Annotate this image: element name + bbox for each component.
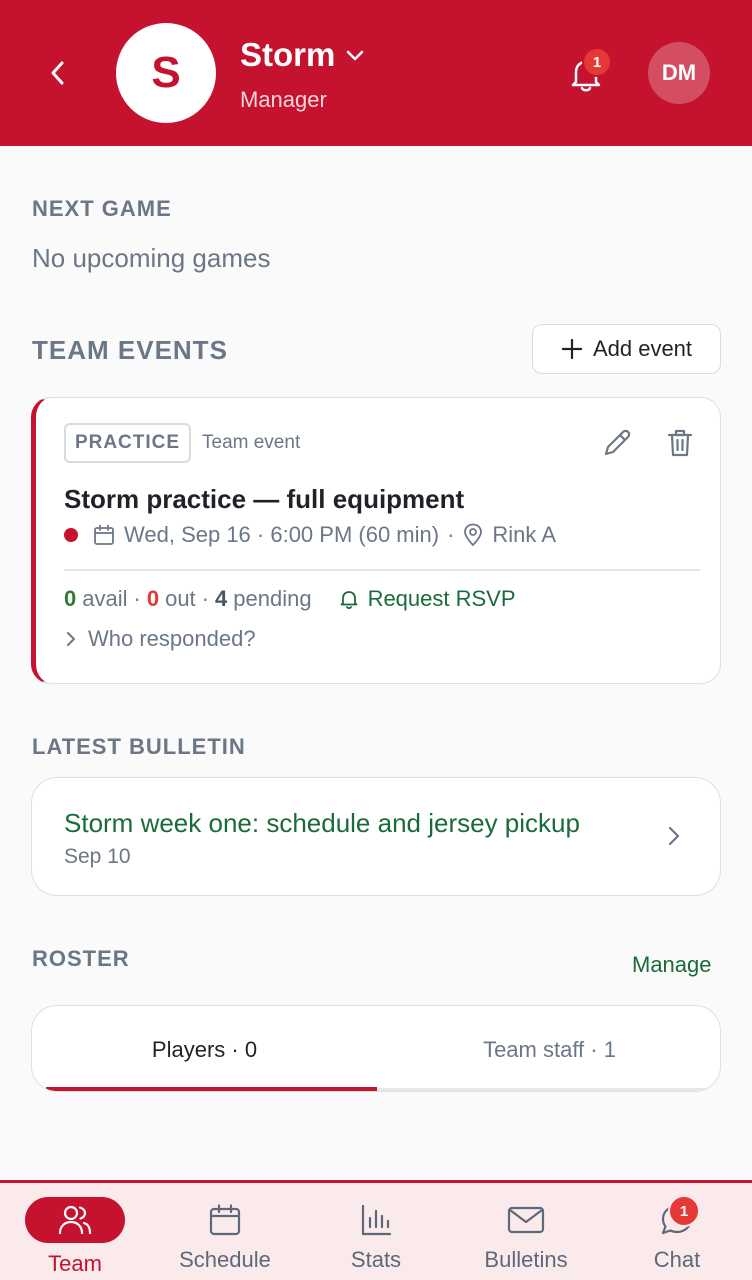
nav-bulletins[interactable]: Bulletins bbox=[466, 1183, 586, 1280]
event-type-tag: PRACTICE bbox=[64, 423, 191, 463]
request-rsvp-label: Request RSVP bbox=[367, 586, 516, 611]
status-dot bbox=[64, 528, 78, 542]
app-header: S Storm Manager 1 DM bbox=[0, 0, 752, 146]
nav-team[interactable]: Team bbox=[25, 1183, 125, 1280]
chat-unread-badge: 1 bbox=[668, 1195, 700, 1227]
request-rsvp-button[interactable]: Request RSVP bbox=[338, 586, 516, 612]
tab-team-staff[interactable]: Team staff · 1 bbox=[377, 1006, 720, 1091]
next-game-empty: No upcoming games bbox=[32, 243, 271, 273]
nav-stats-pill bbox=[326, 1197, 426, 1243]
team-events-heading: TEAM EVENTS bbox=[32, 335, 228, 365]
bulletin-date: Sep 10 bbox=[64, 845, 131, 868]
who-responded-label: Who responded? bbox=[88, 626, 256, 651]
bulletin-title: Storm week one: schedule and jersey pick… bbox=[64, 808, 580, 838]
nav-bulletins-label: Bulletins bbox=[484, 1247, 568, 1272]
notification-badge: 1 bbox=[582, 47, 612, 77]
out-count: 0 bbox=[146, 586, 160, 611]
card-divider bbox=[64, 569, 700, 571]
calendar-icon bbox=[94, 524, 114, 545]
delete-event-button[interactable] bbox=[662, 425, 698, 461]
trash-icon bbox=[667, 429, 693, 457]
team-switcher[interactable]: Storm bbox=[240, 36, 365, 74]
mail-icon bbox=[507, 1206, 545, 1234]
next-game-heading: NEXT GAME bbox=[32, 196, 172, 221]
event-card[interactable]: PRACTICE Team event Storm practice — ful… bbox=[31, 397, 721, 684]
avail-count: 0 bbox=[64, 586, 77, 611]
edit-event-button[interactable] bbox=[599, 425, 635, 461]
location-pin-icon bbox=[464, 523, 483, 547]
active-tab-indicator bbox=[46, 1087, 377, 1091]
user-role: Manager bbox=[240, 87, 327, 112]
avail-label: avail bbox=[82, 586, 128, 611]
nav-team-label: Team bbox=[48, 1251, 102, 1276]
add-event-label: Add event bbox=[592, 336, 693, 361]
tab-track bbox=[377, 1088, 708, 1091]
nav-schedule[interactable]: Schedule bbox=[165, 1183, 285, 1280]
team-icon bbox=[58, 1205, 92, 1235]
rsvp-dot: · bbox=[201, 586, 209, 611]
back-button[interactable] bbox=[38, 53, 78, 93]
nav-chat-label: Chat bbox=[653, 1247, 701, 1272]
bottom-nav: Team Schedule Stats Bulletins Chat bbox=[0, 1180, 752, 1280]
chevron-down-icon bbox=[347, 50, 364, 61]
nav-schedule-label: Schedule bbox=[179, 1247, 271, 1272]
user-avatar[interactable]: DM bbox=[648, 42, 710, 104]
pending-label: pending bbox=[233, 586, 312, 611]
manage-roster-link[interactable]: Manage bbox=[632, 952, 712, 978]
nav-team-pill bbox=[25, 1197, 125, 1243]
event-datetime: Wed, Sep 16 · 6:00 PM (60 min) bbox=[124, 522, 440, 547]
who-responded-toggle[interactable]: Who responded? bbox=[64, 626, 256, 652]
nav-bulletins-pill bbox=[476, 1197, 576, 1243]
team-logo: S bbox=[116, 23, 216, 123]
nav-stats[interactable]: Stats bbox=[326, 1183, 426, 1280]
event-subtype: Team event bbox=[202, 432, 301, 453]
roster-tabs: Players · 0 Team staff · 1 bbox=[31, 1005, 721, 1092]
event-location: Rink A bbox=[492, 522, 556, 547]
stats-icon bbox=[361, 1204, 392, 1236]
chevron-right-icon bbox=[67, 632, 75, 646]
nav-schedule-pill bbox=[175, 1197, 275, 1243]
tab-players[interactable]: Players · 0 bbox=[32, 1006, 377, 1091]
chevron-right-icon bbox=[668, 826, 680, 846]
out-label: out bbox=[165, 586, 196, 611]
latest-bulletin-heading: LATEST BULLETIN bbox=[32, 734, 246, 759]
event-meta: Wed, Sep 16 · 6:00 PM (60 min) · Rink A bbox=[64, 522, 556, 548]
pencil-icon bbox=[604, 429, 631, 456]
calendar-icon bbox=[209, 1204, 241, 1236]
add-event-button[interactable]: Add event bbox=[532, 324, 721, 374]
bulletin-card[interactable]: Storm week one: schedule and jersey pick… bbox=[31, 777, 721, 896]
roster-heading: ROSTER bbox=[32, 946, 130, 971]
event-title: Storm practice — full equipment bbox=[64, 484, 465, 514]
chevron-left-icon bbox=[51, 61, 64, 85]
meta-separator: · bbox=[447, 522, 455, 547]
rsvp-dot: · bbox=[133, 586, 141, 611]
nav-stats-label: Stats bbox=[350, 1247, 402, 1272]
team-name: Storm bbox=[240, 36, 336, 73]
pending-count: 4 bbox=[215, 586, 228, 611]
plus-icon bbox=[561, 338, 583, 360]
bell-icon bbox=[340, 591, 357, 610]
rsvp-summary: 0 avail · 0 out · 4 pending Request RSVP bbox=[64, 586, 516, 612]
